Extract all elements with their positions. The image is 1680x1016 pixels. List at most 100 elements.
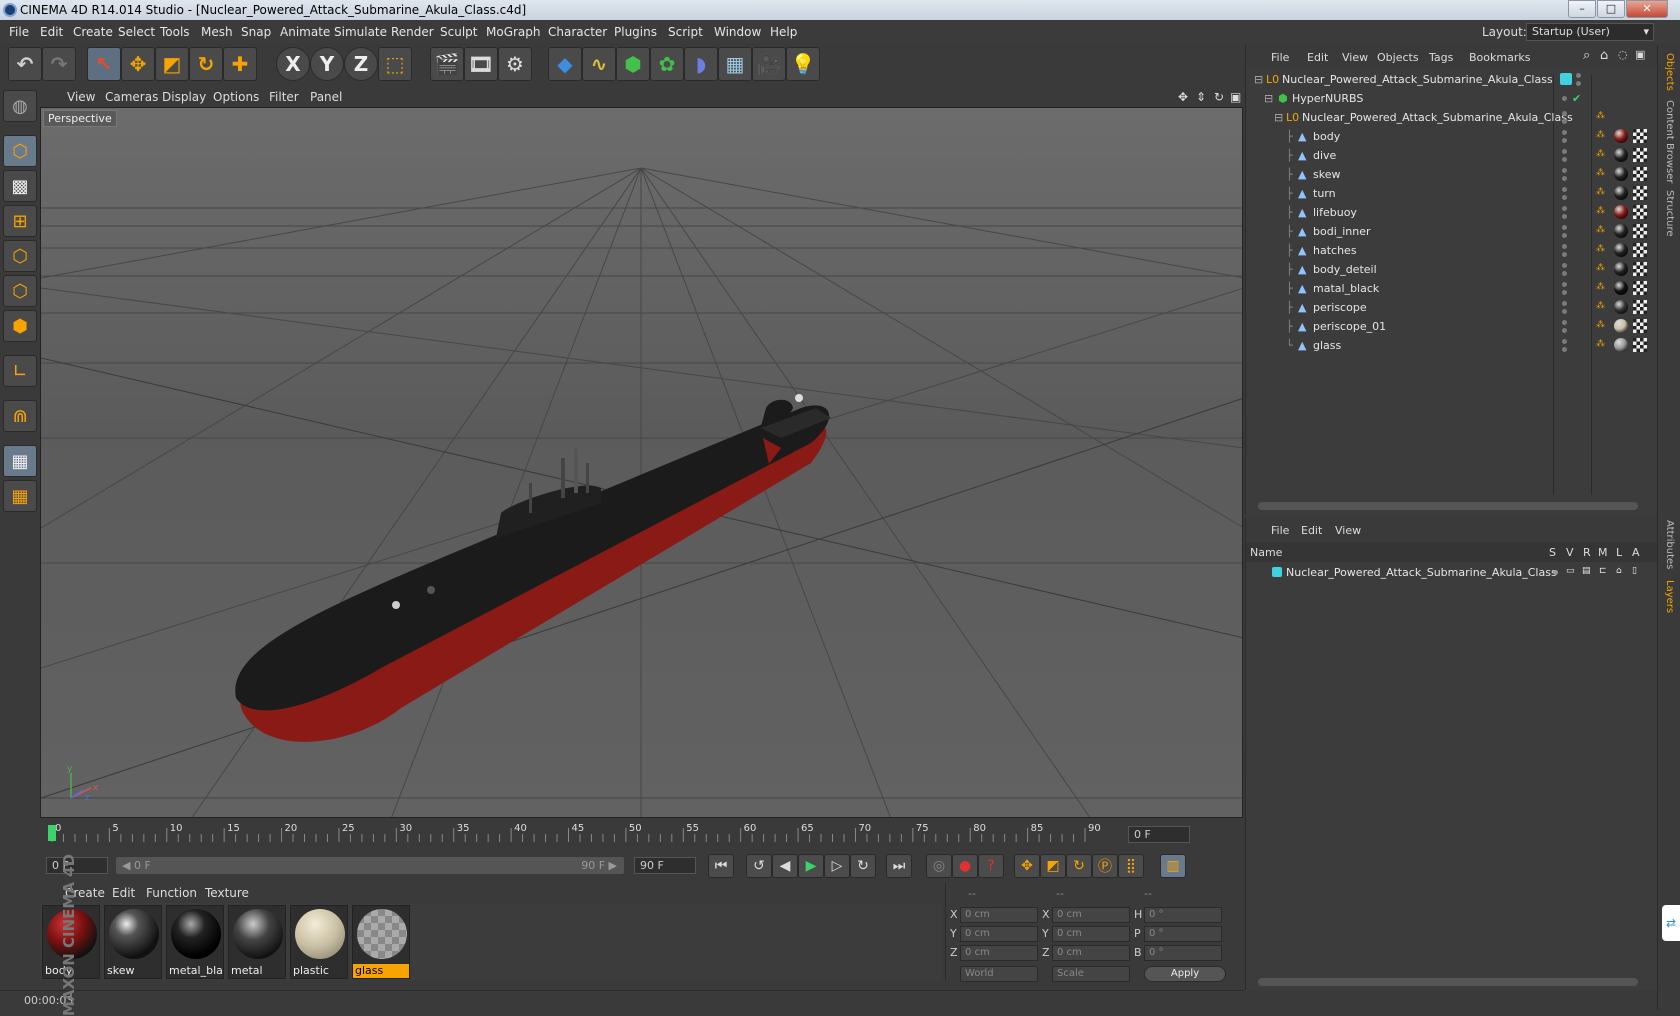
menu-mesh[interactable]: Mesh: [201, 25, 233, 39]
objects-menu-bookmarks[interactable]: Bookmarks: [1469, 51, 1530, 64]
tag-icon[interactable]: ⁂: [1596, 168, 1605, 178]
size-y-field[interactable]: 0 cm: [1052, 926, 1130, 942]
viewport-menu-options[interactable]: Options: [213, 90, 259, 104]
y-axis-icon[interactable]: Y: [310, 47, 344, 81]
workplane-lock-icon[interactable]: ▦: [3, 445, 37, 477]
make-editable-icon[interactable]: ◍: [3, 90, 37, 122]
render-visibility-dot[interactable]: [1562, 309, 1567, 314]
menu-snap[interactable]: Snap: [241, 25, 271, 39]
scale-dropdown[interactable]: Scale: [1052, 966, 1130, 982]
animation-toggle-icon[interactable]: ▯: [1632, 566, 1637, 576]
material-tag-icon[interactable]: [1614, 167, 1628, 181]
viewport-menu-panel[interactable]: Panel: [310, 90, 342, 104]
timeline-ruler[interactable]: 0 5 10 15 20 25 30 35 40 45 50 55 60 65 70 75 80 85 90 0 F: [40, 820, 1243, 850]
editor-visibility-dot[interactable]: [1562, 282, 1567, 287]
material-tag-icon[interactable]: [1614, 205, 1628, 219]
object-row-bodi_inner[interactable]: ├ ▲ bodi_inner ⁂: [1246, 222, 1658, 241]
objects-menu-view[interactable]: View: [1342, 51, 1368, 64]
object-row-turn[interactable]: ├ ▲ turn ⁂: [1246, 184, 1658, 203]
spline-pen-icon[interactable]: ∿: [582, 47, 616, 81]
object-row-hypernurbs[interactable]: ⊟ ⬢ HyperNURBS ✔: [1246, 89, 1658, 108]
editor-visibility-dot[interactable]: [1562, 263, 1567, 268]
render-visibility-dot[interactable]: [1562, 176, 1567, 181]
editor-visibility-dot[interactable]: [1562, 339, 1567, 344]
material-menu-edit[interactable]: Edit: [112, 886, 135, 900]
texture-mode-icon[interactable]: ▩: [3, 170, 37, 202]
motion-record-icon[interactable]: ◎: [926, 854, 952, 878]
menu-tools[interactable]: Tools: [160, 25, 190, 39]
material-tag-icon[interactable]: [1614, 186, 1628, 200]
home-icon[interactable]: ⌂: [1600, 48, 1608, 63]
render-visibility-dot[interactable]: [1562, 195, 1567, 200]
locked-workplane-icon[interactable]: ▦: [3, 480, 37, 512]
object-row-periscope_01[interactable]: ├ ▲ periscope_01 ⁂: [1246, 317, 1658, 336]
layers-menu-file[interactable]: File: [1271, 524, 1289, 537]
object-row-group[interactable]: ⊟ L0 Nuclear_Powered_Attack_Submarine_Ak…: [1246, 108, 1658, 127]
object-row-glass[interactable]: └ ▲ glass ⁂: [1246, 336, 1658, 355]
render-visibility-dot[interactable]: [1562, 271, 1567, 276]
texture-tag-icon[interactable]: [1633, 129, 1647, 143]
search-icon[interactable]: ⌕: [1583, 48, 1590, 63]
key-rotation-icon[interactable]: ↻: [1066, 854, 1092, 878]
key-position-icon[interactable]: ✥: [1014, 854, 1040, 878]
edges-mode-icon[interactable]: ⬡: [3, 275, 37, 307]
render-visibility-dot[interactable]: [1562, 290, 1567, 295]
menu-plugins[interactable]: Plugins: [614, 25, 657, 39]
apply-button[interactable]: Apply: [1144, 966, 1226, 982]
size-z-field[interactable]: 0 cm: [1052, 945, 1130, 961]
tag-icon[interactable]: ⁂: [1596, 301, 1605, 311]
layer-color-swatch[interactable]: [1560, 73, 1572, 85]
previous-frame-icon[interactable]: ◀: [772, 854, 798, 878]
menu-render[interactable]: Render: [391, 25, 434, 39]
editor-visibility-dot[interactable]: [1562, 206, 1567, 211]
material-menu-texture[interactable]: Texture: [205, 886, 249, 900]
tag-icon[interactable]: ⁂: [1596, 282, 1605, 292]
menu-script[interactable]: Script: [668, 25, 703, 39]
editor-visibility-dot[interactable]: [1576, 73, 1581, 78]
menu-mograph[interactable]: MoGraph: [486, 25, 541, 39]
texture-tag-icon[interactable]: [1633, 243, 1647, 257]
snap-icon[interactable]: ⋒: [3, 400, 37, 432]
position-z-field[interactable]: 0 cm: [960, 945, 1038, 961]
move-icon[interactable]: ✥: [121, 47, 155, 81]
menu-create[interactable]: Create: [73, 25, 113, 39]
object-row-dive[interactable]: ├ ▲ dive ⁂: [1246, 146, 1658, 165]
texture-tag-icon[interactable]: [1633, 319, 1647, 333]
object-row-hatches[interactable]: ├ ▲ hatches ⁂: [1246, 241, 1658, 260]
menu-sculpt[interactable]: Sculpt: [440, 25, 477, 39]
solo-toggle[interactable]: [1553, 570, 1558, 575]
close-button[interactable]: ✕: [1626, 0, 1668, 18]
material-menu-function[interactable]: Function: [146, 886, 197, 900]
light-icon[interactable]: 💡: [786, 47, 820, 81]
editor-visibility-dot[interactable]: [1562, 149, 1567, 154]
timeline-playhead[interactable]: [48, 825, 56, 841]
texture-tag-icon[interactable]: [1633, 148, 1647, 162]
rotation-h-field[interactable]: 0 °: [1144, 907, 1222, 923]
tag-icon[interactable]: ⁂: [1596, 244, 1605, 254]
render-view-icon[interactable]: 🎬: [430, 47, 464, 81]
floor-icon[interactable]: ▦: [718, 47, 752, 81]
material-tag-icon[interactable]: [1614, 129, 1628, 143]
render-visibility-dot[interactable]: [1562, 157, 1567, 162]
menu-character[interactable]: Character: [548, 25, 607, 39]
z-axis-icon[interactable]: Z: [344, 47, 378, 81]
menu-edit[interactable]: Edit: [40, 25, 63, 39]
redo-icon[interactable]: ↷: [42, 47, 76, 81]
lock-toggle-icon[interactable]: ⌂: [1616, 566, 1622, 576]
points-mode-icon[interactable]: ⬡: [3, 240, 37, 272]
editor-visibility-dot[interactable]: [1562, 244, 1567, 249]
model-mode-icon[interactable]: ⬡: [3, 135, 37, 167]
texture-tag-icon[interactable]: [1633, 281, 1647, 295]
key-parameter-icon[interactable]: Ⓟ: [1092, 854, 1118, 878]
texture-tag-icon[interactable]: [1633, 262, 1647, 276]
teamviewer-icon[interactable]: ⇄: [1662, 905, 1680, 941]
render-visibility-dot[interactable]: [1562, 214, 1567, 219]
workplane-mode-icon[interactable]: ⊞: [3, 205, 37, 237]
key-point-level-icon[interactable]: ⣿: [1118, 854, 1144, 878]
live-select-icon[interactable]: ↖: [87, 47, 121, 81]
viewport-menu-filter[interactable]: Filter: [269, 90, 299, 104]
render-toggle-icon[interactable]: ▤: [1582, 566, 1591, 576]
render-visibility-dot[interactable]: [1576, 81, 1581, 86]
render-visibility-dot[interactable]: [1562, 119, 1567, 124]
viewport-zoom-icon[interactable]: ⇕: [1196, 90, 1206, 104]
